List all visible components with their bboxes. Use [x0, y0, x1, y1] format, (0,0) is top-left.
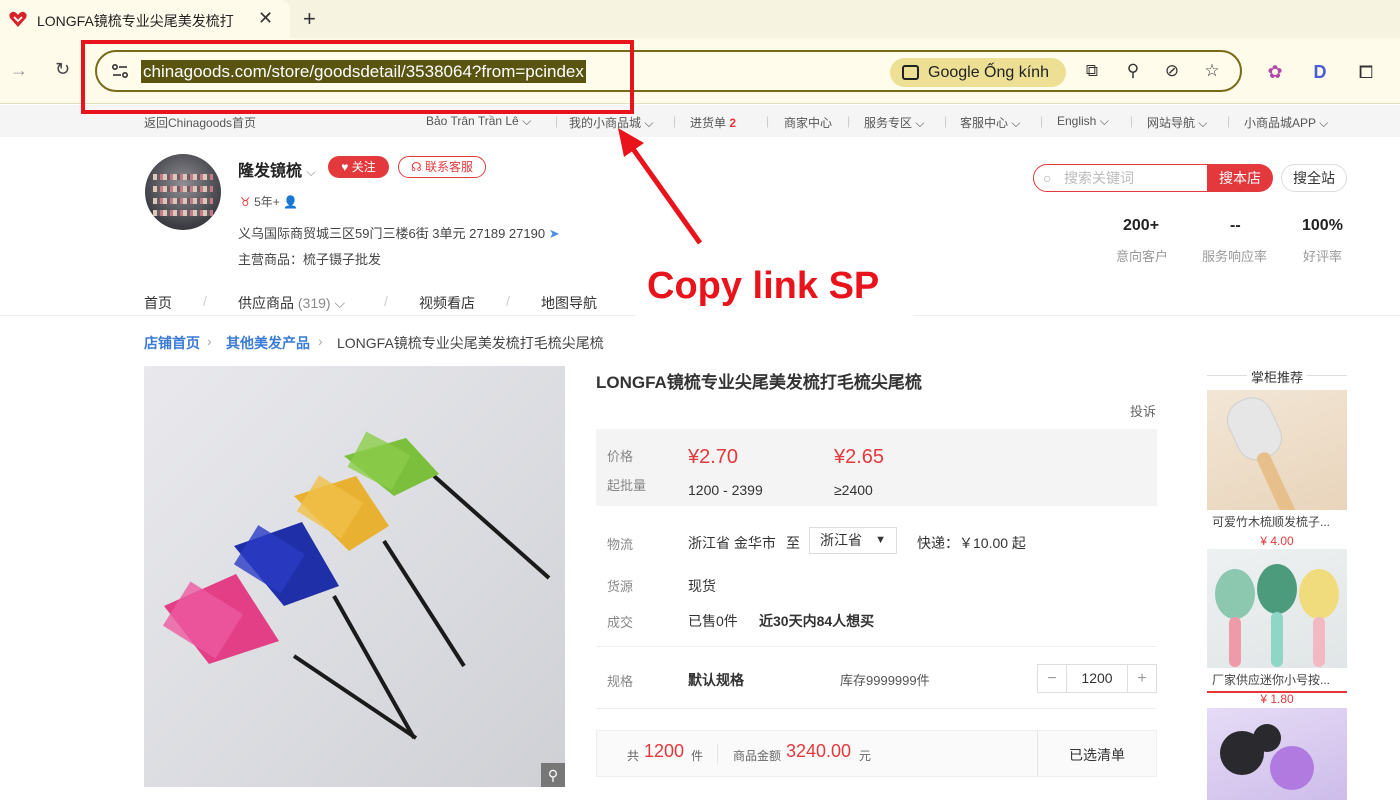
- stat-label: 服务响应率: [1202, 249, 1268, 264]
- search-icon: ○: [1043, 170, 1052, 186]
- stat-value: --: [1230, 217, 1241, 234]
- new-tab-icon[interactable]: +: [303, 6, 316, 32]
- lens-label: Google Ống kính: [928, 64, 1049, 81]
- total-qty: 1200: [644, 741, 685, 761]
- total-amount: 3240.00: [786, 741, 852, 761]
- contact-service-button[interactable]: ☊ 联系客服: [398, 156, 486, 178]
- shipping-fee: 快递：￥10.00 起: [917, 535, 1026, 551]
- merchant-center-link[interactable]: 商家中心: [784, 114, 832, 131]
- store-name[interactable]: 隆发镜梳 ⌵: [238, 157, 316, 181]
- stat-value: 100%: [1302, 217, 1343, 234]
- recommend-item-price: ¥ 4.00: [1260, 534, 1294, 548]
- translate-icon[interactable]: ⧉: [1080, 59, 1104, 83]
- tier-range: ≥2400: [834, 482, 873, 498]
- follow-button[interactable]: ♥ 关注: [328, 156, 389, 178]
- tier-range: 1200 - 2399: [688, 482, 763, 498]
- user-menu[interactable]: Bảo Trân Trần Lê ⌵: [426, 114, 531, 129]
- recommend-item-name[interactable]: 可爱竹木梳顺发梳子...: [1207, 510, 1347, 533]
- annotation-arrow: [618, 128, 703, 245]
- dropdown-arrow-icon: ▼: [875, 534, 886, 546]
- google-lens-button[interactable]: Google Ống kính: [890, 58, 1066, 87]
- recommend-item-image[interactable]: [1207, 708, 1347, 800]
- recommend-item-image[interactable]: [1207, 390, 1347, 530]
- store-nav-home[interactable]: 首页: [144, 293, 172, 313]
- extensions-puzzle-icon[interactable]: ⧠: [1354, 60, 1378, 84]
- recommend-title: 掌柜推荐: [1251, 370, 1304, 385]
- sold-count: 已售0件: [688, 613, 738, 629]
- price-label: 价格: [607, 449, 634, 464]
- send-location-icon[interactable]: ➤: [549, 226, 560, 241]
- store-nav-products[interactable]: 供应商品 (319) ⌵: [238, 293, 345, 313]
- tier-price: ¥2.70: [688, 446, 739, 468]
- close-tab-icon[interactable]: ✕: [258, 8, 273, 29]
- stat-label: 好评率: [1303, 249, 1343, 264]
- reload-icon[interactable]: ↻: [55, 59, 70, 80]
- main-products: 主营商品：梳子镊子批发: [238, 252, 382, 267]
- source-label: 货源: [607, 579, 634, 594]
- selected-list-button[interactable]: 已选清单: [1069, 745, 1125, 765]
- forward-icon[interactable]: →: [10, 60, 28, 81]
- browser-tab[interactable]: LONGFA镜梳专业尖尾美发梳打 ✕: [0, 0, 290, 38]
- annotation-highlight-box: [81, 40, 634, 114]
- product-main-image[interactable]: [144, 366, 565, 787]
- extension-d-icon[interactable]: D: [1308, 60, 1332, 84]
- extension-brain-icon[interactable]: ✿: [1263, 60, 1287, 84]
- stat-label: 意向客户: [1116, 249, 1169, 264]
- product-title: LONGFA镜梳专业尖尾美发梳打毛梳尖尾梳: [596, 373, 922, 392]
- deal-label: 成交: [607, 615, 634, 630]
- order-summary-bar: 共 1200 件 商品金额 3240.00 元 已选清单: [596, 730, 1157, 777]
- search-site-button[interactable]: 搜全站: [1281, 164, 1347, 192]
- moq-label: 起批量: [607, 478, 647, 493]
- magnify-icon[interactable]: ⚲: [541, 763, 565, 787]
- store-avatar[interactable]: [145, 154, 221, 230]
- store-address: 义乌国际商贸城三区59门三楼6街 3单元 27189 27190 ➤: [238, 226, 560, 241]
- to-label: 至: [786, 535, 800, 551]
- bull-icon: ♉: [240, 195, 251, 209]
- recommend-item-price: ¥ 1.80: [1260, 692, 1294, 706]
- annotation-label: Copy link SP: [635, 254, 913, 318]
- service-zone-menu[interactable]: 服务专区 ⌵: [864, 114, 924, 131]
- destination-select[interactable]: 浙江省 ▼: [809, 527, 897, 554]
- store-nav-video[interactable]: 视频看店: [419, 293, 475, 313]
- back-home-link[interactable]: 返回Chinagoods首页: [144, 114, 256, 131]
- stock: 库存9999999件: [840, 673, 930, 688]
- store-years-badge: ♉ 5年+ 👤: [240, 195, 299, 209]
- breadcrumb-current: LONGFA镜梳专业尖尾美发梳打毛梳尖尾梳: [337, 335, 604, 351]
- stat-value: 200+: [1123, 217, 1160, 234]
- logistics-label: 物流: [607, 537, 634, 552]
- search-store-button[interactable]: 搜本店: [1207, 164, 1273, 192]
- seller-icon: 👤: [283, 195, 299, 209]
- tab-title: LONGFA镜梳专业尖尾美发梳打: [37, 13, 234, 29]
- source-value: 现货: [688, 578, 716, 594]
- site-navigation-menu[interactable]: 网站导航 ⌵: [1147, 114, 1207, 131]
- wanted-count: 近30天内84人想买: [759, 613, 875, 629]
- spec-label: 规格: [607, 674, 634, 689]
- lens-icon: [902, 65, 919, 80]
- qty-increase-button[interactable]: +: [1127, 664, 1157, 693]
- zoom-icon[interactable]: ⚲: [1121, 59, 1145, 83]
- language-menu[interactable]: English ⌵: [1057, 114, 1109, 129]
- report-link[interactable]: 投诉: [1130, 401, 1156, 420]
- breadcrumb-category[interactable]: 其他美发产品: [226, 333, 310, 353]
- bookmark-star-icon[interactable]: ☆: [1200, 59, 1224, 83]
- breadcrumb-store-home[interactable]: 店铺首页: [144, 333, 200, 353]
- site-favicon-icon: [9, 11, 27, 27]
- comb-photo: [162, 431, 551, 740]
- qty-decrease-button[interactable]: −: [1037, 664, 1067, 693]
- store-search-input[interactable]: ○ 搜索关键词: [1033, 164, 1208, 192]
- tier-price: ¥2.65: [834, 446, 885, 468]
- cart-count-badge: 2: [729, 116, 737, 130]
- eye-off-icon[interactable]: ⊘: [1160, 59, 1184, 83]
- origin: 浙江省 金华市: [688, 535, 776, 551]
- store-nav-map[interactable]: 地图导航: [541, 293, 597, 313]
- browser-tab-bar: LONGFA镜梳专业尖尾美发梳打 ✕ +: [0, 0, 1400, 38]
- app-menu[interactable]: 小商品城APP ⌵: [1244, 114, 1328, 131]
- qty-input[interactable]: 1200: [1066, 664, 1128, 693]
- customer-service-menu[interactable]: 客服中心 ⌵: [960, 114, 1020, 131]
- recommend-item-name[interactable]: 厂家供应迷你小号按...: [1207, 668, 1347, 693]
- spec-value[interactable]: 默认规格: [688, 670, 744, 690]
